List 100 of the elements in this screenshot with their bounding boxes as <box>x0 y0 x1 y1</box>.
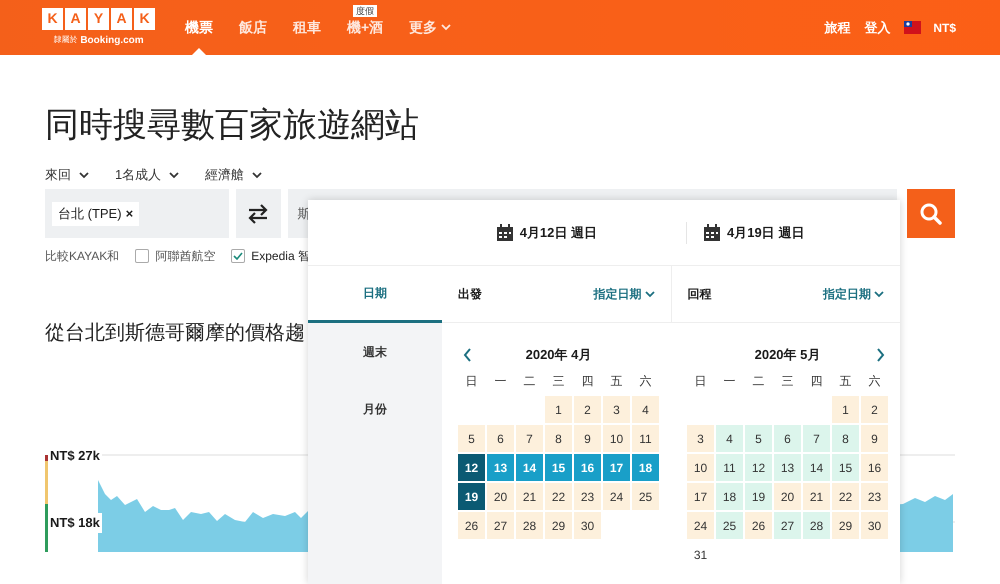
origin-chip[interactable]: 台北 (TPE) × <box>52 202 140 226</box>
calendar-day[interactable]: 24 <box>602 482 631 511</box>
nav-badge: 度假 <box>353 5 378 17</box>
chevron-down-icon <box>874 290 884 298</box>
calendar-day[interactable]: 14 <box>802 453 831 482</box>
calendar-day[interactable]: 6 <box>486 424 515 453</box>
calendar-day[interactable]: 30 <box>860 511 889 540</box>
calendar-day[interactable]: 11 <box>631 424 660 453</box>
search-button[interactable] <box>907 189 955 238</box>
flex-dates-dropdown[interactable]: 指定日期 <box>823 285 884 303</box>
calendar-day[interactable]: 29 <box>831 511 860 540</box>
selected-indicator <box>192 48 206 55</box>
logo-tagline: 隸屬於 <box>53 34 78 46</box>
calendar-day[interactable]: 28 <box>802 511 831 540</box>
calendar-day[interactable]: 9 <box>860 424 889 453</box>
mode-tab[interactable]: 日期 <box>308 266 442 323</box>
calendar-day[interactable]: 20 <box>773 482 802 511</box>
calendar-day[interactable]: 17 <box>686 482 715 511</box>
calendar-day[interactable]: 7 <box>802 424 831 453</box>
weekday-label: 四 <box>580 373 594 390</box>
calendar-day[interactable]: 19 <box>457 482 486 511</box>
search-icon <box>919 202 944 226</box>
checkbox-label: 阿聯酋航空 <box>155 248 216 265</box>
page-title: 同時搜尋數百家旅遊網站 <box>45 105 420 145</box>
calendar-day[interactable]: 8 <box>544 424 573 453</box>
swap-button[interactable] <box>236 189 280 238</box>
checkbox[interactable] <box>231 249 246 263</box>
dropdown-button[interactable]: 經濟艙 <box>205 165 262 185</box>
calendar-day[interactable]: 25 <box>715 511 744 540</box>
calendar-day[interactable]: 21 <box>802 482 831 511</box>
calendar-day[interactable]: 18 <box>715 482 744 511</box>
chevron-left-icon <box>463 348 472 362</box>
calendar-day[interactable]: 1 <box>831 395 860 424</box>
logo-brand: Booking.com <box>80 34 144 48</box>
weekday-label: 三 <box>552 373 566 390</box>
calendar-day[interactable]: 21 <box>515 482 544 511</box>
weekday-label: 一 <box>722 373 736 390</box>
leg-label: 出發 <box>458 286 482 303</box>
dropdown-button[interactable]: 1名成人 <box>115 165 180 185</box>
calendar-day[interactable]: 13 <box>773 453 802 482</box>
calendar-day[interactable]: 7 <box>515 424 544 453</box>
calendar-day[interactable]: 26 <box>744 511 773 540</box>
calendar-day[interactable]: 29 <box>544 511 573 540</box>
weekday-label: 一 <box>494 373 508 390</box>
weekday-label: 日 <box>464 373 478 390</box>
next-month-button[interactable] <box>876 348 885 362</box>
calendar-day[interactable]: 30 <box>573 511 602 540</box>
calendar-day[interactable]: 16 <box>860 453 889 482</box>
calendar-day[interactable]: 4 <box>715 424 744 453</box>
calendar-day[interactable]: 3 <box>602 395 631 424</box>
calendar-day[interactable]: 25 <box>631 482 660 511</box>
return-date-button[interactable]: 4月19日 週日 <box>687 200 804 265</box>
previous-month-button[interactable] <box>463 348 472 362</box>
checkbox[interactable] <box>135 249 150 263</box>
calendar-day[interactable]: 24 <box>686 511 715 540</box>
calendar-day[interactable]: 6 <box>773 424 802 453</box>
weekday-label: 三 <box>780 373 794 390</box>
calendar-day[interactable]: 27 <box>486 511 515 540</box>
month-title: 2020年 5月 <box>754 346 820 364</box>
chevron-down-icon <box>169 172 180 178</box>
calendar-day[interactable]: 19 <box>744 482 773 511</box>
calendar-day[interactable]: 20 <box>486 482 515 511</box>
section-heading: 從台北到斯德哥爾摩的價格趨 <box>45 321 306 346</box>
calendar-day[interactable]: 23 <box>573 482 602 511</box>
calendar-day[interactable]: 12 <box>744 453 773 482</box>
weekday-label: 六 <box>868 373 882 390</box>
calendar-day[interactable]: 22 <box>544 482 573 511</box>
flex-dates-dropdown[interactable]: 指定日期 <box>594 285 654 303</box>
calendar-day[interactable]: 23 <box>860 482 889 511</box>
calendar-day[interactable]: 11 <box>715 453 744 482</box>
calendar-day[interactable]: 1 <box>544 395 573 424</box>
mode-tab[interactable]: 週末 <box>308 323 442 380</box>
calendar-icon <box>496 224 514 242</box>
weekday-label: 二 <box>522 373 536 390</box>
origin-field[interactable]: 台北 (TPE) × <box>45 189 229 238</box>
weekday-label: 四 <box>810 373 824 390</box>
calendar-icon <box>703 224 721 242</box>
calendar-day[interactable]: 26 <box>457 511 486 540</box>
remove-origin-button[interactable]: × <box>126 204 134 224</box>
depart-date-button[interactable]: 4月12日 週日 <box>308 200 686 265</box>
calendar-day[interactable]: 5 <box>457 424 486 453</box>
calendar-day[interactable]: 28 <box>515 511 544 540</box>
calendar-day[interactable]: 12 <box>457 453 486 482</box>
calendar-day[interactable]: 2 <box>860 395 889 424</box>
weekday-label: 六 <box>638 373 652 390</box>
calendar-day[interactable]: 3 <box>686 424 715 453</box>
dropdown-button[interactable]: 來回 <box>45 165 89 185</box>
calendar-day[interactable]: 15 <box>831 453 860 482</box>
calendar-day[interactable]: 8 <box>831 424 860 453</box>
calendar-day[interactable]: 10 <box>686 453 715 482</box>
weekday-label: 日 <box>694 373 708 390</box>
calendar-day[interactable]: 4 <box>631 395 660 424</box>
calendar-day[interactable]: 5 <box>744 424 773 453</box>
calendar-day[interactable]: 9 <box>573 424 602 453</box>
mode-tab[interactable]: 月份 <box>308 380 442 437</box>
calendar-day[interactable]: 2 <box>573 395 602 424</box>
calendar-day[interactable]: 22 <box>831 482 860 511</box>
calendar-day[interactable]: 10 <box>602 424 631 453</box>
flag-icon <box>904 21 922 34</box>
calendar-day[interactable]: 27 <box>773 511 802 540</box>
